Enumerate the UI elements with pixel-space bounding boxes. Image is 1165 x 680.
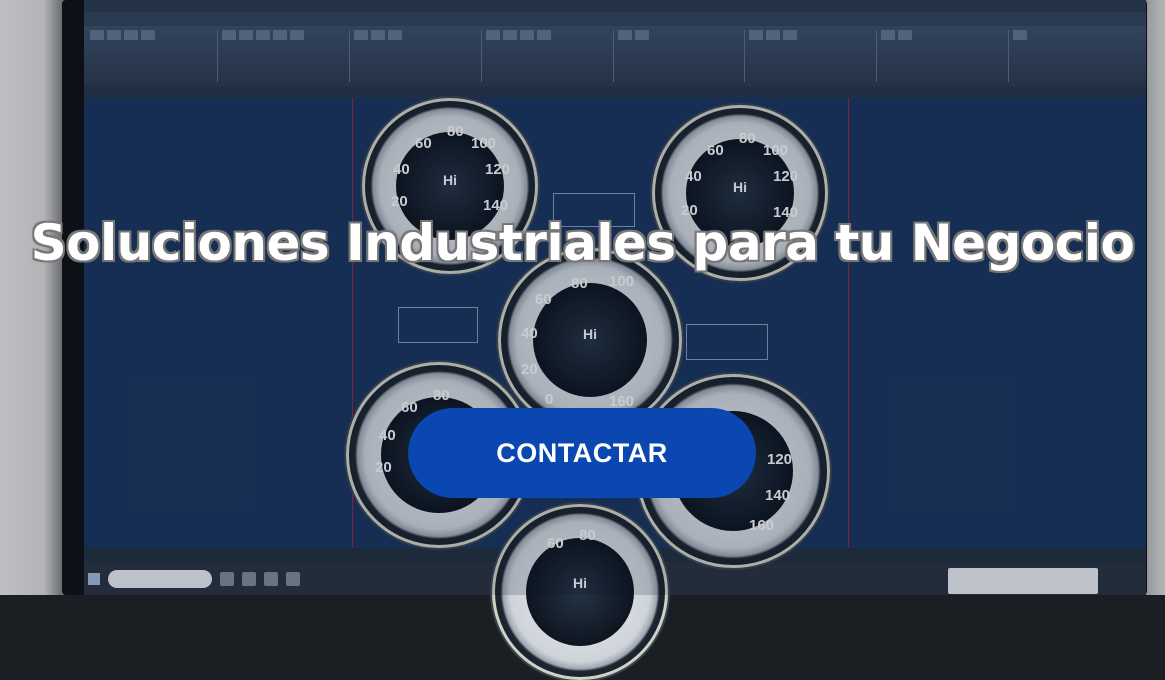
contact-button[interactable]: CONTACTAR (408, 408, 756, 498)
background-shade (0, 0, 1165, 595)
hero-headline: Soluciones Industriales para tu Negocio (30, 213, 1136, 273)
